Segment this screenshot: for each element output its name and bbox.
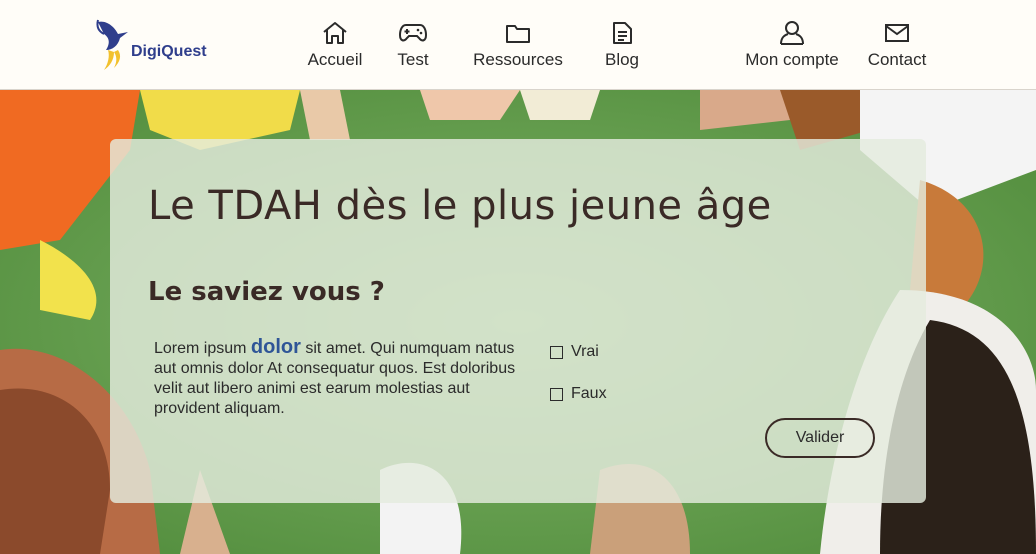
checkbox-vrai[interactable] [550,345,563,359]
nav-contact-label: Contact [867,50,927,69]
logo-text: DigiQuest [131,43,207,60]
document-icon [608,20,636,46]
checkbox-faux[interactable] [550,387,563,401]
digiquest-logo[interactable]: DigiQuest [94,16,214,72]
top-navigation-bar: DigiQuest Accueil Test Ressources Blog M… [0,0,1036,90]
hummingbird-icon [96,19,128,70]
mail-icon [883,20,911,46]
nav-blog-label: Blog [604,50,640,69]
nav-accueil[interactable]: Accueil [306,20,364,72]
user-icon [778,20,806,46]
option-faux[interactable]: Faux [550,385,607,403]
nav-mon-compte[interactable]: Mon compte [742,20,842,72]
page-title: Le TDAH dès le plus jeune âge [148,183,772,229]
nav-test[interactable]: Test [392,20,434,72]
nav-accueil-label: Accueil [307,50,363,69]
nav-mon-compte-label: Mon compte [745,50,839,69]
gamepad-icon [399,20,427,46]
question-highlight-word: dolor [250,336,301,358]
option-faux-label: Faux [571,385,607,402]
quiz-card: Le TDAH dès le plus jeune âge Le saviez … [110,139,926,503]
nav-ressources[interactable]: Ressources [472,20,564,72]
home-icon [321,20,349,46]
section-subtitle: Le saviez vous ? [148,277,385,307]
nav-contact[interactable]: Contact [866,20,928,72]
question-text-start: Lorem ipsum [154,340,251,357]
nav-ressources-label: Ressources [473,50,563,69]
nav-blog[interactable]: Blog [602,20,642,72]
question-text: Lorem ipsum dolor sit amet. Qui numquam … [154,337,524,419]
option-vrai-label: Vrai [571,343,599,360]
validate-button[interactable]: Valider [765,418,875,458]
nav-test-label: Test [397,50,429,69]
folder-icon [504,20,532,46]
option-vrai[interactable]: Vrai [550,343,599,361]
